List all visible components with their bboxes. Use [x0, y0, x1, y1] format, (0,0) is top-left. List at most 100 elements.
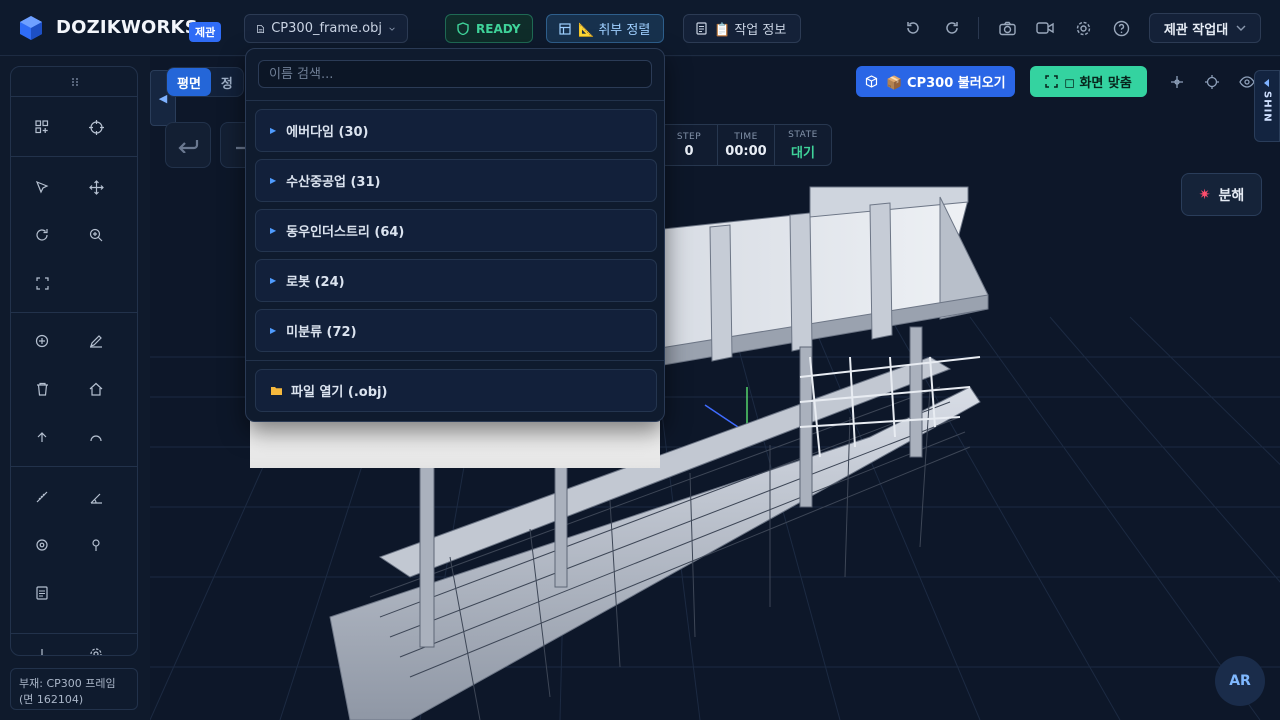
- divider: [246, 360, 664, 361]
- ar-button[interactable]: AR: [1215, 656, 1265, 706]
- load-model-label: 📦 CP300 불러오기: [886, 76, 1006, 91]
- gear-icon[interactable]: [1073, 18, 1093, 38]
- align-button[interactable]: 📐 취부 정렬: [546, 14, 664, 43]
- shield-icon: [457, 22, 469, 35]
- group-label: 동우인더스트리 (64): [286, 225, 405, 240]
- caret-right-icon: ▶: [270, 326, 277, 335]
- drag-handle[interactable]: [11, 67, 137, 97]
- chevron-down-icon: [389, 26, 395, 31]
- side-panel-label: SHIN: [1261, 91, 1273, 123]
- open-file-label: 파일 열기 (.obj): [291, 385, 388, 400]
- settings-icon[interactable]: [78, 636, 114, 655]
- info-label: 📋 작업 정보: [714, 23, 787, 38]
- group-label: 로봇 (24): [286, 275, 345, 290]
- search-input[interactable]: [258, 60, 652, 88]
- group-label: 수산중공업 (31): [286, 175, 381, 190]
- return-icon: [178, 140, 199, 153]
- tool-group-edit: [11, 313, 137, 467]
- fit-icon[interactable]: [24, 265, 60, 301]
- video-icon[interactable]: [1035, 18, 1055, 38]
- caret-right-icon: ▶: [270, 276, 277, 285]
- group-item-robot[interactable]: ▶ 로봇 (24): [255, 259, 657, 302]
- move-icon[interactable]: [1167, 72, 1187, 92]
- add-circle-icon[interactable]: [24, 323, 60, 359]
- move-tool-icon[interactable]: [78, 169, 114, 205]
- tool-group-view: [11, 97, 137, 157]
- divider: [246, 100, 664, 101]
- zoom-icon[interactable]: [78, 217, 114, 253]
- hud-state-value: 대기: [791, 145, 815, 161]
- crosshair-icon[interactable]: [1202, 72, 1222, 92]
- status-badge: READY: [445, 14, 533, 43]
- caret-left-icon: [1264, 79, 1269, 87]
- file-selector[interactable]: CP300_frame.obj: [244, 14, 408, 43]
- brand-badge: 제관: [189, 22, 222, 42]
- work-info-button[interactable]: 📋 작업 정보: [683, 14, 801, 43]
- hud-time-value: 00:00: [725, 143, 767, 159]
- load-model-button[interactable]: 📦 CP300 불러오기: [856, 66, 1015, 97]
- tab-plan-view[interactable]: 평면: [167, 68, 211, 96]
- document-icon: [696, 22, 707, 35]
- file-dropdown: ▶ 에버다임 (30) ▶ 수산중공업 (31) ▶ 동우인더스트리 (64) …: [245, 48, 665, 422]
- fit-screen-button[interactable]: ◻ 화면 맞춤: [1030, 66, 1147, 97]
- notes-icon[interactable]: [24, 575, 60, 611]
- side-panel-tab[interactable]: SHIN: [1254, 70, 1280, 142]
- status-text: READY: [476, 21, 521, 36]
- group-item-everdigm[interactable]: ▶ 에버다임 (30): [255, 109, 657, 152]
- hud-step-label: STEP: [676, 131, 702, 142]
- rotate-icon[interactable]: [24, 217, 60, 253]
- group-item-uncategorized[interactable]: ▶ 미분류 (72): [255, 309, 657, 352]
- camera-icon[interactable]: [997, 18, 1017, 38]
- part-name: 부재: CP300 프레임: [19, 677, 116, 690]
- undo-icon[interactable]: [903, 18, 923, 38]
- simulation-hud: STEP 0 TIME 00:00 STATE 대기: [660, 124, 832, 166]
- group-item-soosan[interactable]: ▶ 수산중공업 (31): [255, 159, 657, 202]
- group-label: 에버다임 (30): [286, 125, 369, 140]
- trash-icon[interactable]: [24, 371, 60, 407]
- tool-group-bottom: [11, 633, 137, 655]
- angle-icon[interactable]: [78, 479, 114, 515]
- layout-icon: [559, 22, 571, 35]
- explosion-icon: ✷: [1198, 186, 1211, 203]
- add-view-icon[interactable]: [24, 109, 60, 145]
- toolbar-divider: [978, 17, 979, 39]
- hud-time-label: TIME: [734, 131, 758, 142]
- explode-label: 분해: [1218, 187, 1245, 204]
- workspace-label: 제관 작업대: [1163, 22, 1229, 38]
- view-tabs: 평면 정: [166, 67, 244, 97]
- group-item-dongwoo[interactable]: ▶ 동우인더스트리 (64): [255, 209, 657, 252]
- hud-step-value: 0: [684, 143, 694, 159]
- explode-button[interactable]: ✷ 분해: [1181, 173, 1262, 216]
- workspace-selector[interactable]: 제관 작업대: [1149, 13, 1261, 43]
- part-status-panel: 부재: CP300 프레임 (면 162104): [10, 668, 138, 710]
- target-icon[interactable]: [78, 109, 114, 145]
- grip-icon: [72, 77, 78, 86]
- open-file-button[interactable]: 파일 열기 (.obj): [255, 369, 657, 412]
- edit-icon[interactable]: [78, 323, 114, 359]
- step-back-button[interactable]: [165, 122, 211, 168]
- caret-right-icon: ▶: [270, 176, 277, 185]
- brand-name: DOZIKWORKS: [56, 17, 198, 38]
- weld-icon[interactable]: [24, 636, 60, 655]
- tool-group-measure: [11, 467, 137, 627]
- redo-icon[interactable]: [942, 18, 962, 38]
- hud-time: TIME 00:00: [717, 125, 774, 165]
- hud-state-label: STATE: [788, 129, 818, 140]
- help-icon[interactable]: [1111, 18, 1131, 38]
- align-label: 📐 취부 정렬: [578, 23, 651, 38]
- fullscreen-icon: [1045, 75, 1058, 88]
- fit-screen-label: ◻ 화면 맞춤: [1064, 76, 1132, 91]
- folder-icon: [271, 387, 282, 395]
- caret-right-icon: ▶: [270, 226, 277, 235]
- hud-step: STEP 0: [661, 125, 717, 165]
- tool-group-transform: [11, 157, 137, 313]
- cursor-icon[interactable]: [24, 169, 60, 205]
- face-count: (면 162104): [19, 693, 84, 706]
- ruler-icon[interactable]: [24, 479, 60, 515]
- arrow-up-icon[interactable]: [24, 419, 60, 455]
- arc-icon[interactable]: [78, 419, 114, 455]
- pin-icon[interactable]: [78, 527, 114, 563]
- home-icon[interactable]: [78, 371, 114, 407]
- tab-front-view[interactable]: 정: [211, 68, 243, 96]
- snap-target-icon[interactable]: [24, 527, 60, 563]
